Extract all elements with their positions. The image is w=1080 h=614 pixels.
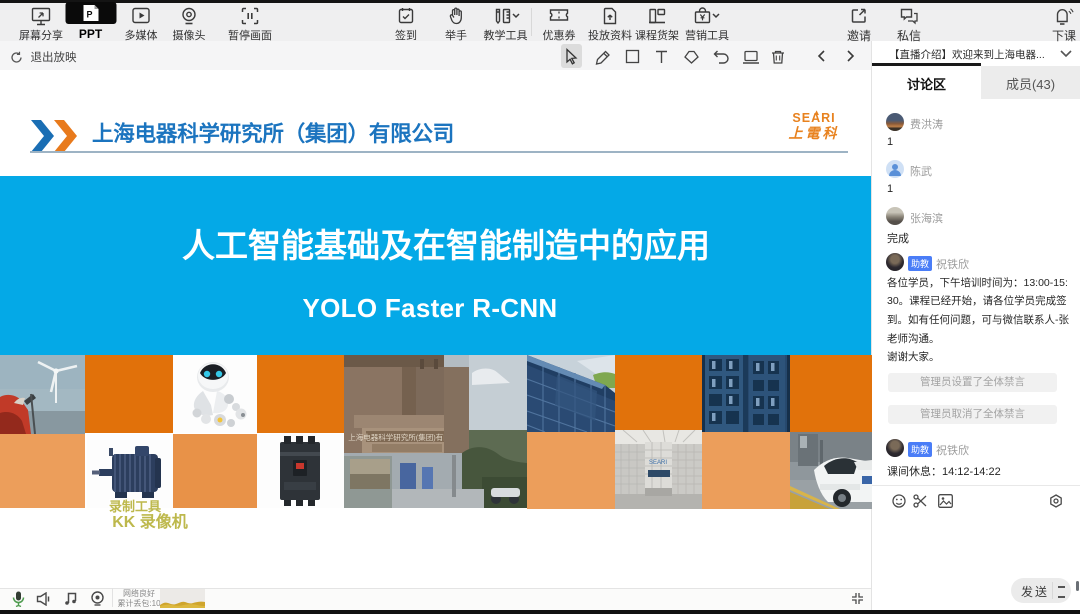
svg-text:SEARI: SEARI: [649, 460, 667, 466]
svg-text:P: P: [86, 10, 92, 20]
